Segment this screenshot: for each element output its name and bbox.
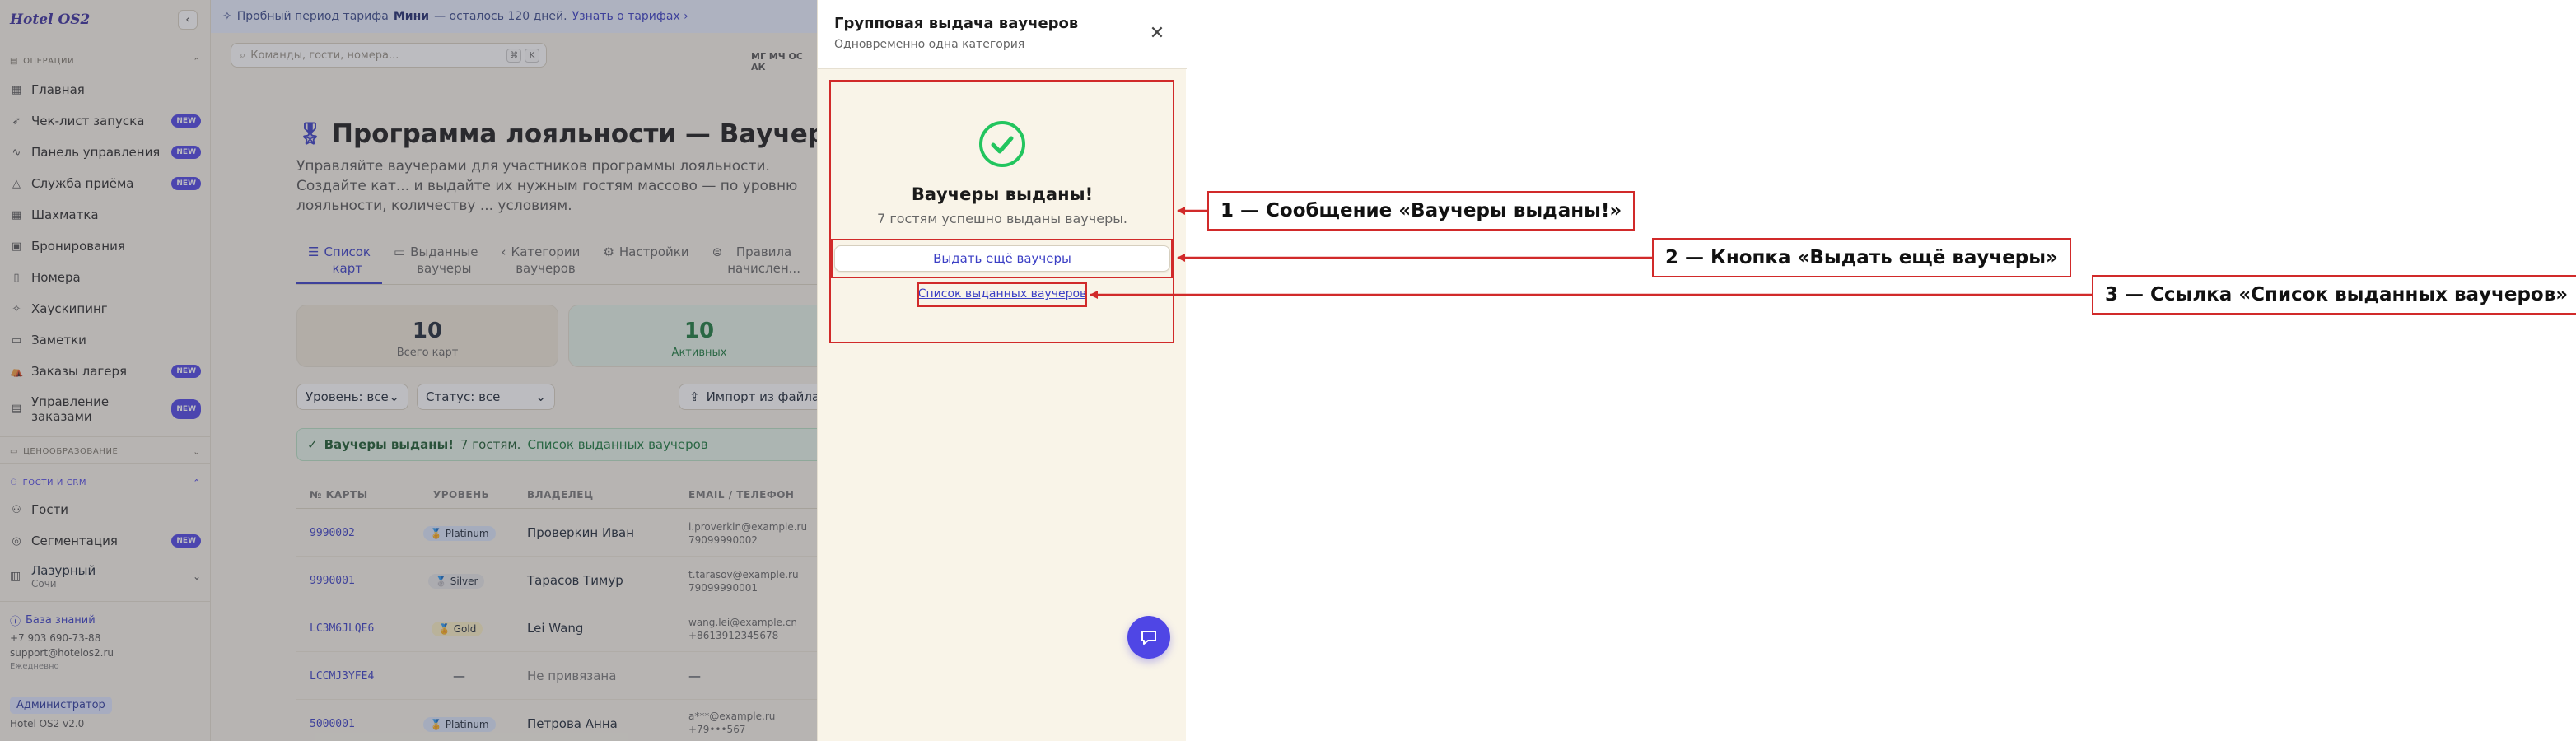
drawer-header: Групповая выдача ваучеров Одновременно о… — [818, 0, 1187, 69]
annotation-callout-3: 3 — Ссылка «Список выданных ваучеров» — [2092, 275, 2576, 315]
chat-button[interactable] — [1127, 616, 1170, 659]
annotation-highlight-button — [831, 239, 1173, 278]
annotation-highlight-link — [917, 282, 1087, 307]
close-icon: ✕ — [1149, 22, 1165, 44]
modal-backdrop[interactable] — [0, 0, 817, 741]
annotation-callout-2: 2 — Кнопка «Выдать ещё ваучеры» — [1652, 238, 2071, 277]
chat-icon — [1141, 631, 1156, 645]
close-button[interactable]: ✕ — [1146, 21, 1169, 44]
annotation-callout-1: 1 — Сообщение «Ваучеры выданы!» — [1207, 191, 1636, 231]
drawer-title: Групповая выдача ваучеров — [834, 15, 1079, 32]
drawer-subtitle: Одновременно одна категория — [834, 38, 1025, 51]
